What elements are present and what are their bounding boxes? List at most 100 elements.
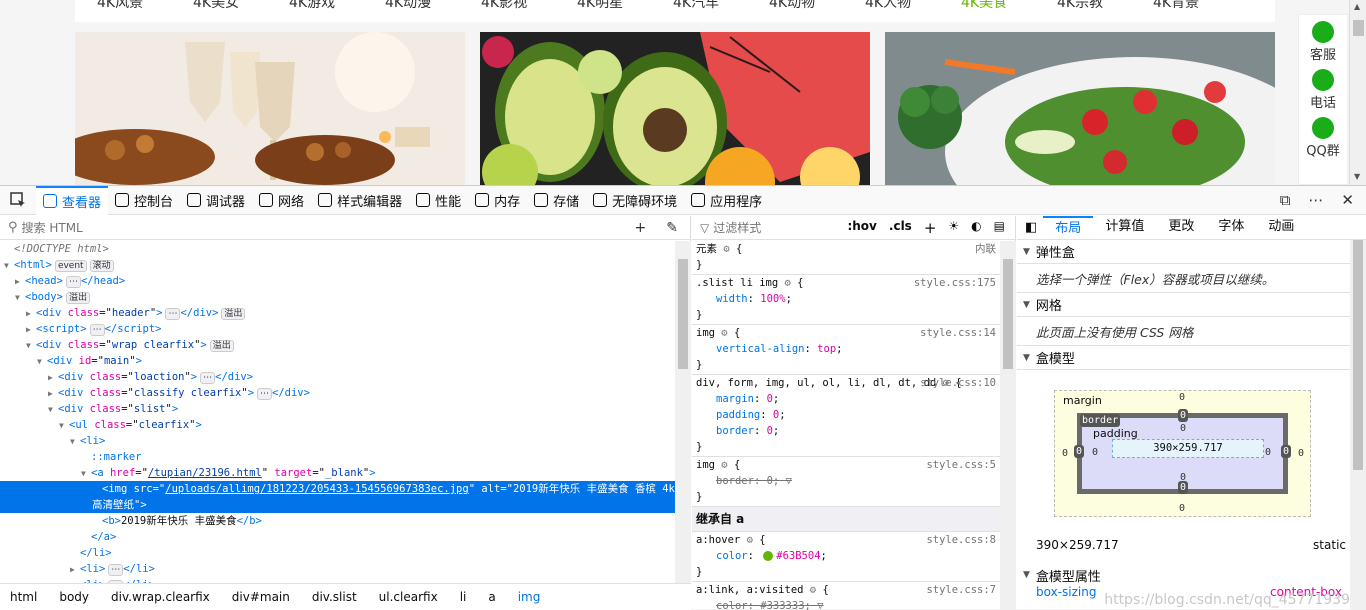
breadcrumb-item[interactable]: a xyxy=(488,590,495,604)
markup-node[interactable]: ▼ <html> event 滚动 xyxy=(0,257,675,273)
rule-settings-icon[interactable]: ⚙ xyxy=(715,327,734,339)
rule-selector[interactable]: img xyxy=(696,327,715,339)
markup-scrollbar[interactable] xyxy=(675,241,691,583)
markup-node[interactable]: ▼ <ul class="clearfix"> xyxy=(0,417,675,433)
collapsed-children-icon[interactable]: ⋯ xyxy=(200,372,216,384)
markup-node[interactable]: </li> xyxy=(0,545,675,561)
rule-selector[interactable]: 元素 xyxy=(696,243,717,255)
css-property-value[interactable]: 0 xyxy=(767,425,773,437)
css-declaration[interactable]: color: #63B504; xyxy=(696,548,996,564)
markup-badge[interactable]: 溢出 xyxy=(221,308,246,320)
markup-badge[interactable]: 滚动 xyxy=(89,260,114,272)
devtools-tab[interactable]: 应用程序 xyxy=(684,186,769,215)
rule-source-link[interactable]: style.css:7 xyxy=(926,582,996,598)
photo-avocado-fruits[interactable] xyxy=(480,32,870,185)
breadcrumb-item[interactable]: body xyxy=(59,590,89,604)
markup-expander-icon[interactable]: ▼ xyxy=(70,434,80,450)
css-declaration[interactable]: padding: 0; xyxy=(696,407,996,423)
box-model-content[interactable]: 390×259.717 xyxy=(1112,439,1264,458)
breadcrumb-item[interactable]: img xyxy=(518,590,541,604)
scroll-up-arrow-icon[interactable]: ▲ xyxy=(1354,2,1360,11)
photo-salad-plate[interactable] xyxy=(885,32,1275,185)
rules-filter-input[interactable] xyxy=(713,220,834,235)
eyedropper-icon[interactable]: ✎ xyxy=(666,220,678,236)
markup-expander-icon[interactable]: ▶ xyxy=(48,370,58,386)
nav-link[interactable]: 4K明星 xyxy=(575,0,671,14)
devtools-tab[interactable]: 查看器 xyxy=(36,185,109,215)
rule-settings-icon[interactable]: ⚙ xyxy=(740,534,759,546)
css-declaration[interactable]: border: 0; xyxy=(696,423,996,439)
boxmodel-section-header[interactable]: ▼ 盒模型 xyxy=(1017,346,1366,370)
nav-link[interactable]: 4K美女 xyxy=(191,0,287,14)
flexbox-section-header[interactable]: ▼ 弹性盒 xyxy=(1017,240,1366,264)
devtools-tab[interactable]: 调试器 xyxy=(180,186,252,215)
breadcrumb-item[interactable]: li xyxy=(460,590,467,604)
css-property-name[interactable]: margin xyxy=(716,393,754,405)
margin-right-value[interactable]: 0 xyxy=(1298,448,1304,459)
layout-tab[interactable]: 布局 xyxy=(1043,215,1094,240)
devtools-tab[interactable]: 内存 xyxy=(468,186,527,215)
collapsed-children-icon[interactable]: ⋯ xyxy=(257,388,273,400)
margin-bottom-value[interactable]: 0 xyxy=(1179,503,1185,514)
rule-settings-icon[interactable]: ⚙ xyxy=(778,277,797,289)
markup-node[interactable]: ▼ <div class="wrap clearfix"> 溢出 xyxy=(0,337,675,353)
scroll-down-arrow-icon[interactable]: ▼ xyxy=(1354,172,1360,181)
rule-source-link[interactable]: style.css:14 xyxy=(920,325,996,341)
css-property-value[interactable]: 0 xyxy=(767,393,773,405)
css-property-name[interactable]: color xyxy=(716,550,748,562)
breadcrumb-item[interactable]: div.wrap.clearfix xyxy=(111,590,210,604)
devtools-tab[interactable]: 存储 xyxy=(527,186,586,215)
rule-settings-icon[interactable]: ⚙ xyxy=(717,243,736,255)
markup-expander-icon[interactable]: ▼ xyxy=(26,338,36,354)
collapsed-children-icon[interactable]: ⋯ xyxy=(108,564,124,576)
breadcrumb-item[interactable]: div#main xyxy=(232,590,290,604)
layout-tab[interactable]: 动画 xyxy=(1256,216,1306,240)
class-toggle[interactable]: .cls xyxy=(889,219,912,237)
markup-node[interactable]: ▶ <div class="classify clearfix"> ⋯ </div> xyxy=(0,385,675,401)
rule-settings-icon[interactable]: ⚙ xyxy=(715,459,734,471)
border-right-value[interactable]: 0 xyxy=(1281,445,1292,458)
rule-selector[interactable]: div, form, img, ul, ol, li, dl, dt, dd xyxy=(696,377,936,389)
markup-node[interactable]: ▶ <div class="loaction"> ⋯ </div> xyxy=(0,369,675,385)
markup-expander-icon[interactable]: ▶ xyxy=(70,562,80,578)
markup-expander-icon[interactable]: ▼ xyxy=(4,258,14,274)
grid-section-header[interactable]: ▼ 网格 xyxy=(1017,293,1366,317)
photo-champagne-food[interactable] xyxy=(75,32,465,185)
rule-source-link[interactable]: style.css:175 xyxy=(914,275,996,291)
markup-expander-icon[interactable]: ▼ xyxy=(59,418,69,434)
markup-node[interactable]: ▼ <a href="/tupian/23196.html" target="_b… xyxy=(0,465,675,481)
css-property-value[interactable]: #63B504 xyxy=(776,550,820,562)
css-declaration[interactable]: width: 100%; xyxy=(696,291,996,307)
css-property-value[interactable]: 0 xyxy=(773,409,779,421)
markup-expander-icon[interactable]: ▼ xyxy=(37,354,47,370)
css-property-name[interactable]: width xyxy=(716,293,748,305)
markup-badge[interactable]: 溢出 xyxy=(209,340,234,352)
rule-source-link[interactable]: style.css:8 xyxy=(926,532,996,548)
nav-link[interactable]: 4K宗教 xyxy=(1055,0,1151,14)
layout-scrollbar[interactable] xyxy=(1350,240,1366,610)
float-item[interactable]: 电话 xyxy=(1299,69,1347,111)
nav-link[interactable]: 4K人物 xyxy=(863,0,959,14)
css-property-name[interactable]: border xyxy=(716,475,754,487)
add-node-icon[interactable]: + xyxy=(635,220,647,236)
markup-badge[interactable]: 溢出 xyxy=(65,292,90,304)
dock-side-icon[interactable]: ⧉ xyxy=(1280,191,1291,209)
devtools-tab[interactable]: 控制台 xyxy=(108,186,180,215)
css-declaration[interactable]: color: #333333; ▽ xyxy=(696,598,996,610)
close-devtools-icon[interactable]: ✕ xyxy=(1341,191,1354,209)
nav-link[interactable]: 4K背景 xyxy=(1151,0,1247,14)
element-picker-button[interactable] xyxy=(0,186,36,215)
markup-expander-icon[interactable]: ▼ xyxy=(81,466,91,482)
css-declaration[interactable]: margin: 0; xyxy=(696,391,996,407)
markup-node[interactable]: ▶ <div class="header"> ⋯ </div> 溢出 xyxy=(0,305,675,321)
markup-node[interactable]: ▼ <div id="main"> xyxy=(0,353,675,369)
light-mode-icon[interactable]: ☀ xyxy=(948,219,959,237)
collapsed-children-icon[interactable]: ⋯ xyxy=(65,276,81,288)
rule-settings-icon[interactable]: ⚙ xyxy=(803,584,822,596)
markup-expander-icon[interactable]: ▶ xyxy=(15,274,25,290)
markup-expander-icon[interactable]: ▶ xyxy=(26,322,36,338)
devtools-tab[interactable]: 网络 xyxy=(252,186,311,215)
layout-scrollbar-thumb[interactable] xyxy=(1353,240,1363,470)
breadcrumb-item[interactable]: div.slist xyxy=(312,590,357,604)
layout-tab[interactable]: 更改 xyxy=(1156,216,1206,240)
